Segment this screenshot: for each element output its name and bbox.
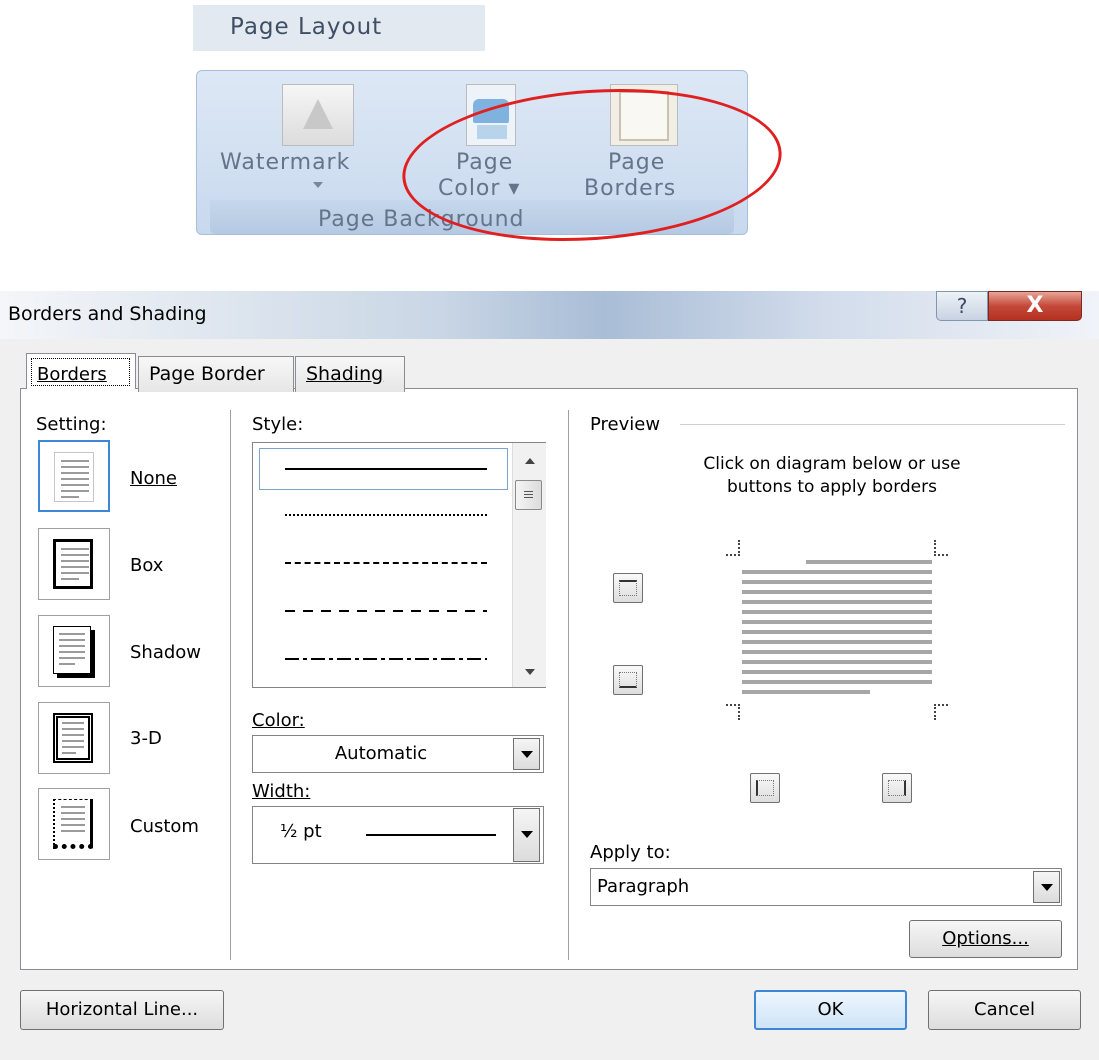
preview-rule [680, 424, 1065, 425]
scroll-up-icon[interactable] [525, 458, 535, 464]
setting-3d-label[interactable]: 3-D [130, 728, 162, 749]
horizontal-line-label: Horizontal Line... [45, 999, 199, 1020]
apply-to-heading: Apply to: [590, 842, 671, 863]
separator [230, 410, 231, 960]
watermark-icon[interactable] [282, 84, 354, 146]
corner-mark [934, 704, 948, 720]
horizontal-line-button[interactable]: Horizontal Line... [20, 990, 224, 1030]
dialog-title: Borders and Shading [8, 303, 207, 325]
setting-shadow-label[interactable]: Shadow [130, 642, 201, 663]
doc-custom-icon [53, 799, 93, 849]
doc-shadow-icon [53, 626, 91, 674]
color-heading: Color: [252, 710, 305, 731]
left-border-icon [756, 780, 774, 796]
bottom-border-button[interactable] [613, 665, 643, 695]
separator [568, 410, 569, 960]
style-heading: Style: [252, 414, 304, 435]
preview-instruction-2: buttons to apply borders [727, 477, 937, 497]
scroll-down-icon[interactable] [525, 669, 535, 675]
right-border-icon [888, 780, 906, 796]
corner-mark [726, 540, 740, 556]
ok-button-label: OK [817, 999, 844, 1020]
corner-mark [934, 540, 948, 556]
close-button[interactable]: X [988, 291, 1082, 321]
tab-shading[interactable]: Shading [295, 356, 405, 392]
tab-shading-label[interactable]: Shading [306, 363, 383, 385]
preview-diagram[interactable] [720, 540, 960, 720]
setting-heading: Setting: [36, 414, 107, 435]
style-option-dash-dot[interactable] [285, 658, 487, 660]
ribbon-tab-label: Page Layout [230, 14, 383, 40]
doc-box-icon [53, 539, 93, 589]
tab-page-border-label[interactable]: Page Border [149, 363, 265, 385]
cancel-button-label: Cancel [974, 999, 1035, 1020]
color-dropdown-button[interactable] [513, 738, 540, 770]
style-option-dotted[interactable] [285, 514, 487, 516]
chevron-down-icon [521, 751, 533, 758]
doc-none-icon [54, 452, 94, 502]
watermark-label[interactable]: Watermark [220, 150, 350, 175]
tab-borders-label[interactable]: Borders [37, 364, 107, 385]
setting-3d-button[interactable] [38, 702, 110, 774]
preview-instruction-1: Click on diagram below or use [703, 454, 961, 474]
setting-shadow-button[interactable] [38, 615, 110, 687]
watermark-dropdown-icon[interactable] [313, 182, 323, 188]
width-dropdown-button[interactable] [513, 808, 540, 862]
left-border-button[interactable] [750, 773, 780, 803]
chevron-down-icon [1041, 884, 1053, 891]
setting-box-button[interactable] [38, 528, 110, 600]
options-button[interactable]: Options... [909, 920, 1062, 958]
right-border-button[interactable] [882, 773, 912, 803]
style-option-dashed[interactable] [285, 610, 487, 612]
top-border-button[interactable] [613, 573, 643, 603]
bottom-border-icon [619, 672, 637, 688]
corner-mark [726, 704, 740, 720]
scroll-thumb[interactable] [515, 480, 542, 510]
setting-custom-button[interactable] [38, 788, 110, 860]
apply-to-value: Paragraph [597, 876, 690, 897]
ok-button[interactable]: OK [754, 990, 907, 1030]
style-option-dashed-fine[interactable] [285, 562, 487, 564]
style-option-solid[interactable] [285, 468, 487, 470]
width-value: ½ pt [280, 821, 322, 842]
setting-box-label[interactable]: Box [130, 555, 163, 576]
doc-3d-icon [53, 713, 93, 763]
preview-heading: Preview [590, 414, 661, 435]
chevron-down-icon [521, 831, 533, 838]
cancel-button[interactable]: Cancel [928, 990, 1081, 1030]
preview-instructions: Click on diagram below or use buttons to… [574, 453, 1090, 499]
setting-custom-label[interactable]: Custom [130, 816, 199, 837]
setting-none-label[interactable]: None [130, 468, 177, 489]
width-heading: Width: [252, 781, 311, 802]
options-button-label: Options... [942, 928, 1029, 949]
help-button[interactable]: ? [936, 291, 988, 321]
apply-to-dropdown-button[interactable] [1033, 871, 1060, 903]
tab-page-border[interactable]: Page Border [138, 356, 294, 392]
top-border-icon [619, 580, 637, 596]
setting-none-button[interactable] [38, 440, 110, 512]
apply-to-label: Apply to: [590, 842, 671, 863]
width-sample-line [366, 834, 496, 836]
color-value: Automatic [334, 743, 428, 764]
